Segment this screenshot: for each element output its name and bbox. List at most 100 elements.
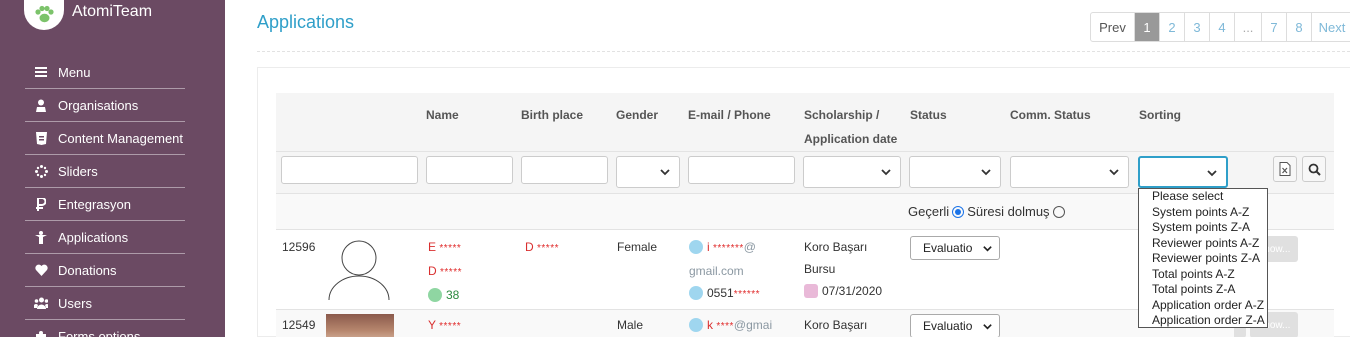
application-date: 07/31/2020 — [822, 284, 883, 298]
avatar-placeholder-icon — [328, 240, 390, 300]
phone-mask: ****** — [733, 289, 761, 300]
sidebar-item-forms-options[interactable]: Forms options — [25, 320, 185, 337]
email-mask: **** — [716, 321, 734, 332]
scholarship-line2: Bursu — [804, 262, 836, 276]
column-header-name[interactable]: Name — [426, 103, 459, 127]
sidebar-item-sliders[interactable]: Sliders — [25, 155, 185, 188]
email-phone: i *******@ gmail.com 0551****** — [689, 236, 760, 306]
email-phone-filter-input[interactable] — [688, 156, 795, 184]
birth-place-mask: ***** — [537, 243, 559, 254]
sidebar-item-label: Applications — [58, 229, 129, 245]
expired-radio[interactable] — [1052, 205, 1065, 218]
status-select[interactable]: Evaluatio — [910, 236, 1000, 260]
column-header-birth-place[interactable]: Birth place — [521, 103, 583, 127]
first-name-mask: ***** — [439, 321, 462, 332]
table-header: Name Birth place Gender E-mail / Phone S… — [276, 93, 1334, 151]
valid-radio[interactable] — [952, 205, 965, 218]
chevron-down-icon — [1109, 169, 1119, 176]
sidebar-item-content-management[interactable]: Content Management — [25, 122, 185, 155]
header-divider — [257, 51, 1350, 52]
first-name-mask: ***** — [439, 243, 462, 254]
email-mask: ******* — [713, 243, 744, 254]
application-id: 12596 — [282, 240, 316, 254]
birth-place-initial: D — [525, 240, 534, 254]
sorting-option-total-points-za[interactable]: Total points Z-A — [1139, 282, 1267, 298]
sorting-option-system-points-za[interactable]: System points Z-A — [1139, 220, 1267, 236]
sidebar-item-entegrasyon[interactable]: Entegrasyon — [25, 188, 185, 221]
pagination-next[interactable]: Next — [1312, 13, 1350, 41]
chevron-down-icon — [983, 246, 992, 252]
pagination-page-2[interactable]: 2 — [1160, 13, 1185, 41]
sidebar-item-applications[interactable]: Applications — [25, 221, 185, 254]
column-header-status[interactable]: Status — [910, 103, 947, 127]
name-filter-input[interactable] — [426, 156, 513, 184]
scholarship-filter-select[interactable] — [803, 156, 901, 188]
sidebar-item-donations[interactable]: Donations — [25, 254, 185, 287]
status-filter-select[interactable] — [909, 156, 1001, 188]
email-icon — [689, 318, 703, 332]
phone-icon — [689, 286, 703, 300]
last-name-initial: D — [428, 264, 437, 278]
column-header-comm-status[interactable]: Comm. Status — [1010, 103, 1091, 127]
birth-place-filter-input[interactable] — [521, 156, 608, 184]
column-header-sorting: Sorting — [1139, 108, 1181, 122]
id-filter-input[interactable] — [281, 156, 418, 184]
scholarship-line1: Koro Başarı — [804, 318, 868, 332]
email-at: @ — [743, 240, 756, 254]
brand[interactable]: AtomiTeam — [24, 0, 152, 30]
excel-file-icon — [1279, 162, 1291, 176]
sorting-option-total-points-az[interactable]: Total points A-Z — [1139, 267, 1267, 283]
gender: Female — [617, 240, 658, 254]
column-header-scholarship[interactable]: Scholarship / Application date — [804, 103, 897, 151]
page-title: Applications — [257, 12, 355, 32]
sorting-option-application-order-za[interactable]: Application order Z-A — [1139, 313, 1267, 329]
star-icon — [428, 288, 442, 302]
document-icon — [34, 131, 48, 145]
sorting-select[interactable] — [1138, 156, 1228, 188]
excel-export-button[interactable] — [1273, 156, 1297, 182]
sidebar-item-label: Donations — [58, 262, 117, 278]
user-icon — [34, 98, 48, 112]
comm-status-filter-select[interactable] — [1010, 156, 1129, 188]
chevron-down-icon — [983, 324, 992, 330]
pagination-prev[interactable]: Prev — [1091, 13, 1135, 41]
sorting-option-reviewer-points-za[interactable]: Reviewer points Z-A — [1139, 251, 1267, 267]
sidebar-item-organisations[interactable]: Organisations — [25, 89, 185, 122]
sidebar-menu: Menu Organisations Content Management Sl… — [25, 56, 185, 337]
email-icon — [689, 240, 703, 254]
pagination-page-3[interactable]: 3 — [1185, 13, 1210, 41]
first-name-initial: E — [428, 240, 437, 254]
gender-filter-select[interactable] — [616, 156, 680, 188]
status-select[interactable]: Evaluatio — [910, 314, 1000, 337]
sorting-option-reviewer-points-az[interactable]: Reviewer points A-Z — [1139, 236, 1267, 252]
column-header-email-phone[interactable]: E-mail / Phone — [688, 103, 771, 127]
sorting-option-application-order-az[interactable]: Application order A-Z — [1139, 298, 1267, 314]
pagination-page-8[interactable]: 8 — [1287, 13, 1312, 41]
expired-radio-label: Süresi dolmuş — [967, 204, 1050, 219]
pagination-page-4[interactable]: 4 — [1210, 13, 1235, 41]
menu-icon — [34, 65, 48, 79]
heart-icon — [34, 263, 48, 277]
valid-radio-label: Geçerli — [908, 204, 950, 219]
sidebar-item-label: Entegrasyon — [58, 196, 131, 212]
pagination-page-1[interactable]: 1 — [1135, 13, 1160, 41]
sorting-option-please-select[interactable]: Please select — [1139, 189, 1267, 205]
column-header-scholarship-line1: Scholarship / — [804, 108, 880, 122]
chevron-down-icon — [660, 169, 670, 176]
sidebar-item-menu[interactable]: Menu — [25, 56, 185, 89]
validity-radio-group: Geçerli Süresi dolmuş — [908, 204, 1068, 219]
sidebar-item-users[interactable]: Users — [25, 287, 185, 320]
column-header-gender[interactable]: Gender — [616, 103, 658, 127]
pagination: Prev 1 2 3 4 ... 7 8 Next — [1090, 12, 1350, 42]
email-rest: @gmai — [733, 318, 773, 332]
search-button[interactable] — [1302, 156, 1326, 182]
pagination-page-7[interactable]: 7 — [1262, 13, 1287, 41]
sidebar-item-label: Forms options — [58, 328, 141, 337]
applicant-name: E ***** D ***** 38 — [428, 236, 462, 306]
ruble-icon — [34, 197, 48, 211]
phone-prefix: 0551 — [707, 286, 734, 300]
search-icon — [1308, 163, 1321, 176]
birth-place: D ***** — [525, 236, 559, 260]
chevron-down-icon — [981, 169, 991, 176]
sorting-option-system-points-az[interactable]: System points A-Z — [1139, 205, 1267, 221]
